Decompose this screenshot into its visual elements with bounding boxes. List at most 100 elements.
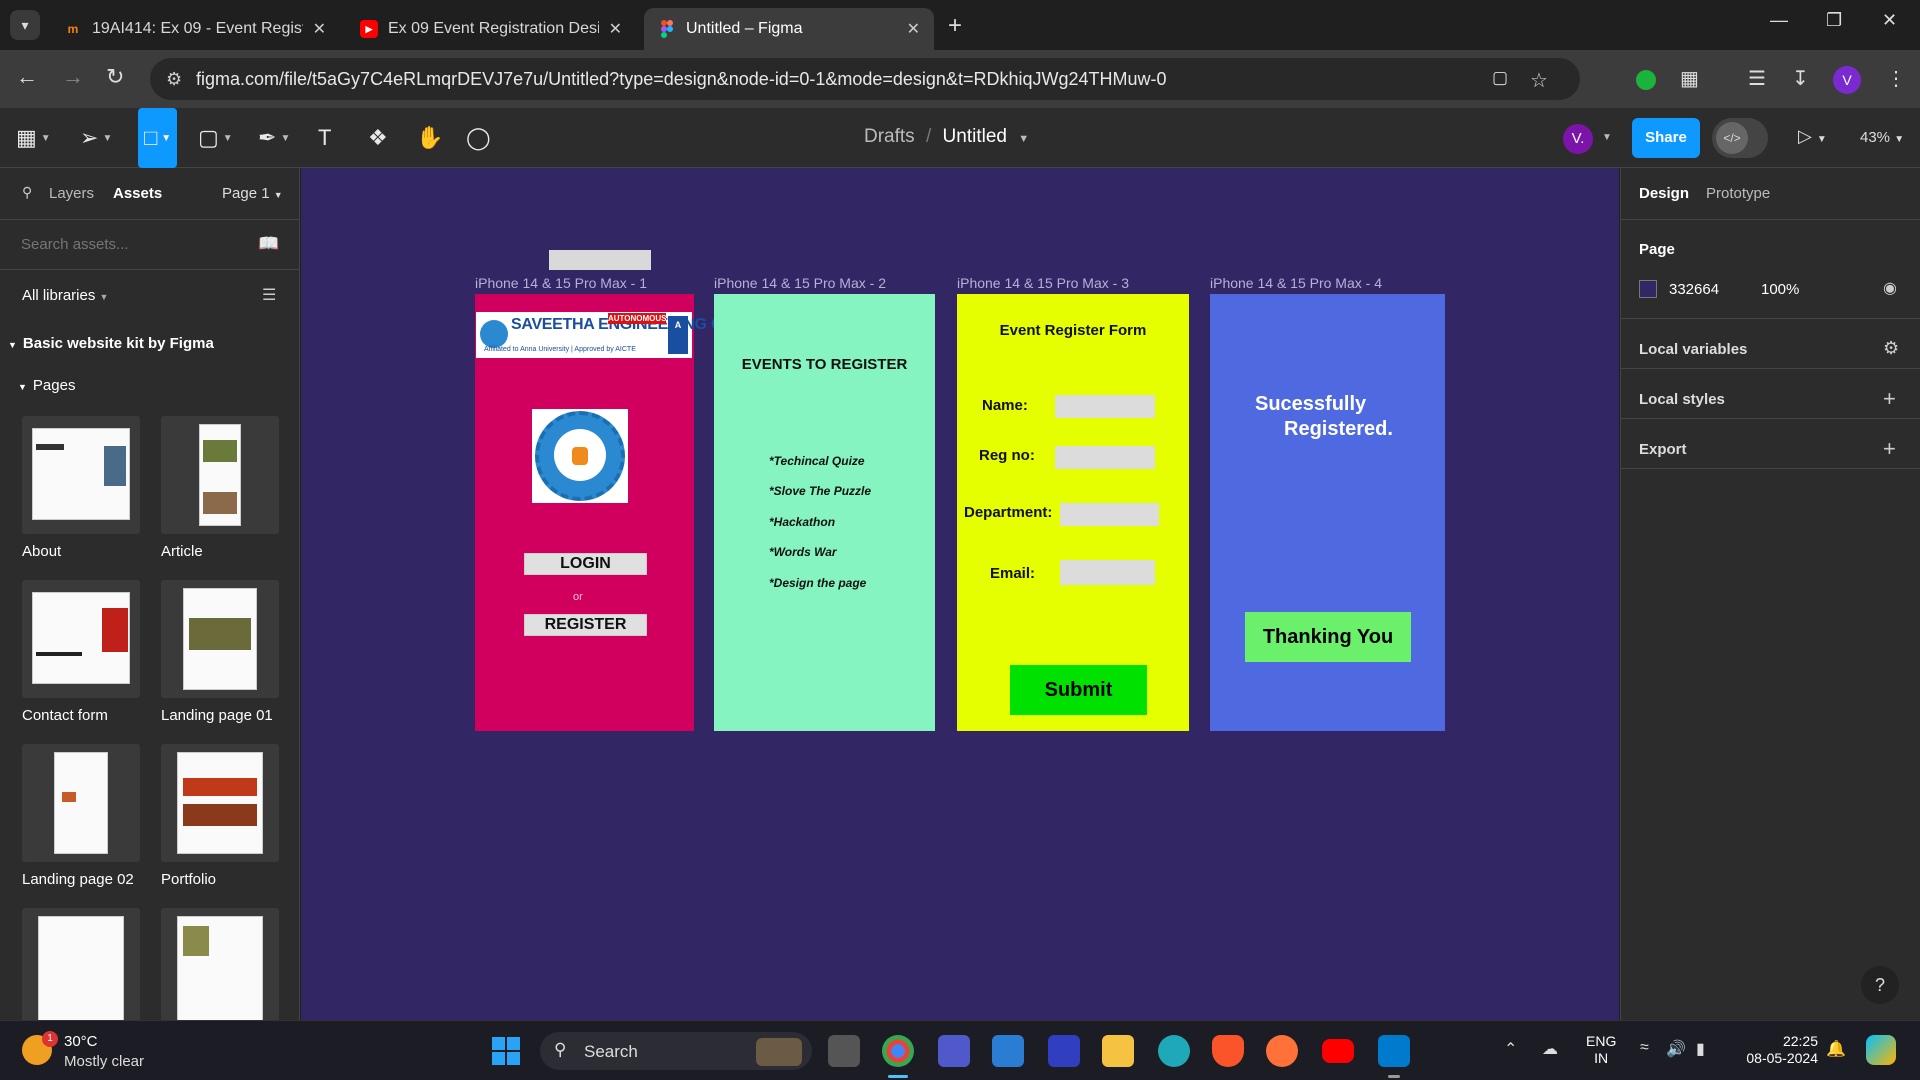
frame-login[interactable]: SAVEETHA ENGINEERING COLLEGE AUTONOMOUS … [475,294,786,731]
close-tab-icon[interactable]: ✕ [907,19,920,39]
email-field[interactable] [1060,560,1155,585]
azure-data-icon[interactable] [1048,1035,1080,1067]
taskbar-search[interactable]: ⚲ Search [540,1032,812,1070]
media-queue-icon[interactable]: ☰ [1748,66,1766,91]
chevron-down-icon[interactable]: ▼ [1602,132,1612,143]
search-assets-input[interactable] [21,236,241,253]
frame-register-form[interactable]: Event Register Form Name: Reg no: Depart… [957,294,1189,731]
all-libraries-dropdown[interactable]: All libraries ▼ [22,287,108,304]
submit-button[interactable]: Submit [1010,665,1147,715]
shape-tool[interactable]: ▢ ▼ [198,122,233,154]
minimize-icon[interactable]: — [1770,10,1788,31]
close-tab-icon[interactable]: ✕ [609,19,622,39]
list-view-icon[interactable]: ☰ [262,285,276,305]
user-avatar[interactable]: V. [1563,124,1593,154]
move-tool[interactable]: ➢ ▼ [80,122,112,154]
restore-icon[interactable]: ❐ [1826,10,1842,31]
frame-label[interactable]: iPhone 14 & 15 Pro Max - 2 [714,275,886,291]
name-field[interactable] [1055,395,1155,418]
asset-thumbnail-about[interactable] [22,416,140,534]
pages-group-header[interactable]: ▼ Pages [18,377,75,394]
pen-tool[interactable]: ✒ ▼ [258,122,290,154]
frame-label[interactable]: iPhone 14 & 15 Pro Max - 1 [475,275,647,291]
bookmark-star-icon[interactable]: ☆ [1530,68,1548,93]
extension-green-icon[interactable] [1636,70,1656,90]
tab-design[interactable]: Design [1639,185,1689,202]
weather-description[interactable]: Mostly clear [64,1053,144,1070]
youtube-app-icon[interactable] [1322,1039,1354,1063]
browser-menu-icon[interactable]: ⋮ [1886,66,1906,91]
language-indicator[interactable]: ENG IN [1586,1033,1616,1067]
design-canvas[interactable]: iPhone 14 & 15 Pro Max - 1 iPhone 14 & 1… [301,168,1619,1020]
frame-label[interactable]: iPhone 14 & 15 Pro Max - 4 [1210,275,1382,291]
add-export-icon[interactable]: + [1883,436,1896,462]
edge-icon[interactable] [1158,1035,1190,1067]
frame-tool[interactable]: □ ▼ [138,108,178,168]
register-button[interactable]: REGISTER [524,614,647,636]
tab-layers[interactable]: Layers [49,185,94,202]
library-kit-header[interactable]: ▼ Basic website kit by Figma [8,335,214,352]
copilot-icon[interactable] [1866,1035,1896,1065]
variables-settings-icon[interactable]: ⚙ [1883,338,1899,359]
onedrive-icon[interactable]: ☁ [1542,1039,1558,1059]
text-tool[interactable]: T [318,122,331,154]
zoom-level[interactable]: 43% ▼ [1860,129,1904,146]
file-explorer-icon[interactable] [1102,1035,1134,1067]
show-hidden-icons-chevron[interactable]: ⌃ [1504,1039,1517,1059]
eye-icon[interactable]: ◉ [1883,278,1897,298]
comment-tool[interactable]: ◯ [466,122,491,154]
page-color-opacity[interactable]: 100% [1761,281,1799,298]
temperature[interactable]: 30°C [64,1033,98,1050]
export-heading[interactable]: Export [1639,441,1687,458]
browser-tab-youtube[interactable]: ▶ Ex 09 Event Registration Design ✕ [346,8,636,50]
tab-search-button[interactable]: ▾ [10,10,40,40]
file-name[interactable]: Untitled [943,126,1007,147]
page-color-hex[interactable]: 332664 [1669,281,1719,298]
login-button[interactable]: LOGIN [524,553,647,575]
asset-thumbnail-article[interactable] [161,416,279,534]
firefox-icon[interactable] [1266,1035,1298,1067]
browser-tab-moodle[interactable]: m 19AI414: Ex 09 - Event Registrat ✕ [50,8,340,50]
present-play-icon[interactable]: ▷ ▼ [1798,126,1827,147]
tab-assets[interactable]: Assets [113,185,162,202]
tab-prototype[interactable]: Prototype [1706,185,1770,202]
dev-mode-toggle[interactable]: </> [1712,118,1768,158]
chevron-down-icon[interactable]: ▼ [1018,133,1029,145]
local-styles-heading[interactable]: Local styles [1639,391,1725,408]
add-style-icon[interactable]: + [1883,386,1896,412]
forward-arrow-icon[interactable]: → [62,64,84,90]
back-arrow-icon[interactable]: ← [16,64,38,90]
department-field[interactable] [1060,503,1159,526]
main-menu-button[interactable]: ▦ ▼ [16,122,51,154]
notification-bell-icon[interactable]: 🔔 [1826,1039,1846,1059]
windows-start-icon[interactable] [492,1037,520,1065]
task-view-icon[interactable] [828,1035,860,1067]
frame-events[interactable]: EVENTS TO REGISTER *Techincal Quize *Slo… [714,294,935,731]
url-text[interactable]: figma.com/file/t5aGy7C4eRLmqrDEVJ7e7u/Un… [196,69,1167,90]
microsoft-store-icon[interactable] [992,1035,1024,1067]
close-window-icon[interactable]: ✕ [1882,10,1897,31]
hand-tool[interactable]: ✋ [416,122,443,154]
search-icon[interactable]: ⚲ [22,184,32,201]
reload-icon[interactable]: ↻ [106,64,124,90]
clock[interactable]: 22:25 08-05-2024 [1730,1033,1818,1067]
browser-tab-figma[interactable]: Untitled – Figma ✕ [644,8,934,50]
volume-icon[interactable]: 🔊 [1666,1039,1686,1059]
download-icon[interactable]: ↧ [1792,66,1809,91]
extensions-puzzle-icon[interactable]: ▦ [1680,66,1699,91]
wifi-icon[interactable]: ≈ [1640,1039,1649,1057]
breadcrumb-drafts[interactable]: Drafts [864,126,915,147]
asset-thumbnail-blog[interactable] [22,908,140,1020]
new-tab-button[interactable]: + [948,12,962,40]
asset-thumbnail-contact-form[interactable] [22,580,140,698]
no-tracking-icon[interactable]: ▢ [1492,68,1508,88]
battery-icon[interactable]: ▮ [1696,1039,1705,1059]
library-book-icon[interactable]: 📖 [258,234,279,254]
asset-thumbnail-landing-page-02[interactable] [22,744,140,862]
brave-icon[interactable] [1212,1035,1244,1067]
close-tab-icon[interactable]: ✕ [313,19,326,39]
thanking-you-button[interactable]: Thanking You [1245,612,1411,662]
profile-avatar[interactable]: V [1833,66,1861,94]
asset-thumbnail-product[interactable] [161,908,279,1020]
reg-no-field[interactable] [1055,446,1155,469]
